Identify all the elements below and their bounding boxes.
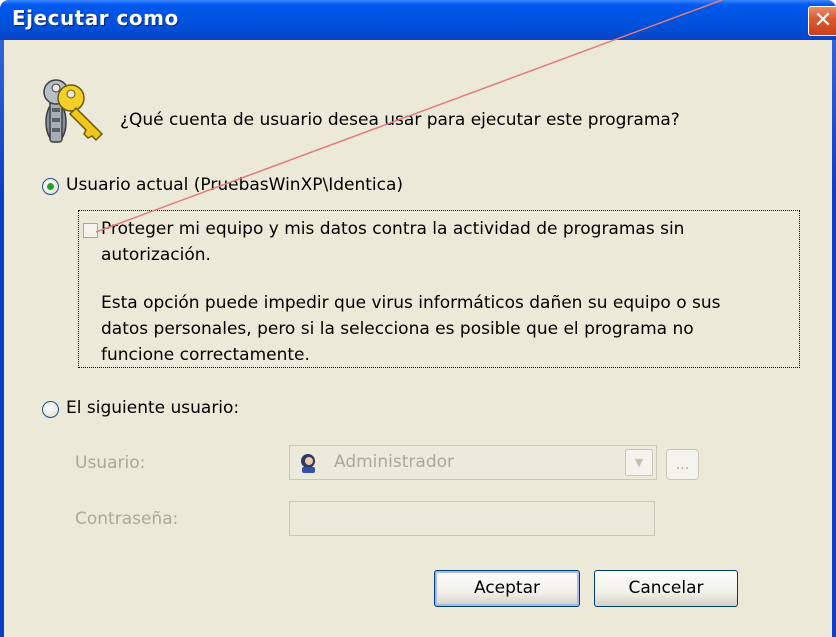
protect-label-line2[interactable]: autorización. xyxy=(101,242,211,268)
question-text: ¿Qué cuenta de usuario desea usar para e… xyxy=(120,110,680,130)
protect-checkbox[interactable] xyxy=(83,223,98,238)
password-field[interactable] xyxy=(289,501,655,536)
current-user-label[interactable]: Usuario actual (PruebasWinXP\Identica) xyxy=(66,175,403,195)
user-combobox[interactable]: Administrador ▼ xyxy=(289,445,657,480)
info-line1: Esta opción puede impedir que virus info… xyxy=(101,293,721,313)
current-user-radio[interactable] xyxy=(42,178,59,195)
close-button[interactable]: ✕ xyxy=(808,6,836,36)
other-user-label[interactable]: El siguiente usuario: xyxy=(66,398,239,418)
ok-button[interactable]: Aceptar xyxy=(434,570,580,607)
radio-selected-dot xyxy=(47,183,54,190)
run-as-dialog: Ejecutar como ✕ ¿Qué cuenta de usuario d… xyxy=(0,0,836,637)
browse-users-button[interactable]: ... xyxy=(666,449,699,480)
info-line2: datos personales, pero si la selecciona … xyxy=(101,319,694,339)
cancel-button[interactable]: Cancelar xyxy=(594,570,738,607)
chevron-down-icon[interactable]: ▼ xyxy=(625,449,653,476)
user-combobox-value: Administrador xyxy=(334,452,455,472)
dialog-body: ¿Qué cuenta de usuario desea usar para e… xyxy=(4,40,832,637)
user-field-label: Usuario: xyxy=(75,453,146,473)
title-bar[interactable]: Ejecutar como ✕ xyxy=(0,0,836,40)
window-title: Ejecutar como xyxy=(12,6,179,30)
user-icon xyxy=(301,454,315,473)
protect-label-line1[interactable]: Proteger mi equipo y mis datos contra la… xyxy=(101,216,684,242)
info-line3: funcione correctamente. xyxy=(101,345,310,365)
keys-icon xyxy=(43,79,104,143)
password-field-label: Contraseña: xyxy=(75,509,179,529)
other-user-radio[interactable] xyxy=(42,401,59,418)
